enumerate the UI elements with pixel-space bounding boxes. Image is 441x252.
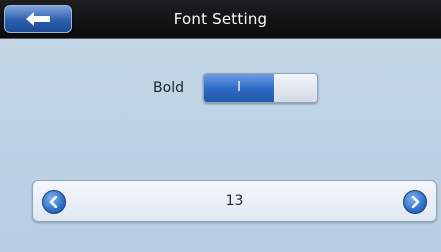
- title-bar: Font Setting: [0, 0, 441, 39]
- increase-button[interactable]: [403, 190, 427, 214]
- chevron-right-icon: [411, 196, 420, 208]
- font-size-stepper: 13: [32, 180, 437, 222]
- toggle-on-indicator: I: [204, 74, 274, 102]
- toggle-thumb: [274, 74, 317, 102]
- bold-label: Bold: [153, 80, 184, 96]
- font-setting-screen: Font Setting Bold I 13: [0, 0, 441, 252]
- font-size-value: 13: [225, 193, 244, 209]
- page-title: Font Setting: [173, 10, 268, 28]
- bold-toggle[interactable]: I: [203, 73, 318, 103]
